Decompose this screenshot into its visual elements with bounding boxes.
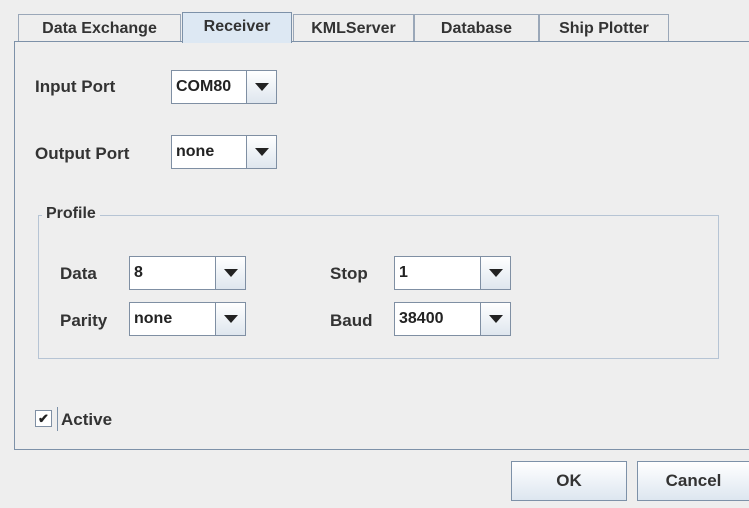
profile-title: Profile [42, 205, 100, 223]
input-port-select[interactable]: COM80 [171, 70, 277, 104]
parity-value: none [134, 310, 173, 327]
chevron-down-icon[interactable] [480, 257, 510, 289]
tab-ship-plotter[interactable]: Ship Plotter [539, 14, 669, 41]
tab-database[interactable]: Database [414, 14, 539, 41]
active-checkbox[interactable]: ✔ [35, 410, 52, 427]
parity-select[interactable]: none [129, 302, 246, 336]
output-port-select[interactable]: none [171, 135, 277, 169]
input-port-value: COM80 [176, 78, 232, 95]
data-label: Data [60, 264, 97, 283]
stop-value: 1 [399, 264, 408, 281]
data-select[interactable]: 8 [129, 256, 246, 290]
chevron-down-icon[interactable] [480, 303, 510, 335]
chevron-down-icon[interactable] [215, 303, 245, 335]
output-port-value: none [176, 143, 215, 160]
tab-receiver[interactable]: Receiver [182, 12, 292, 43]
output-port-label: Output Port [35, 144, 130, 163]
active-label[interactable]: Active [61, 410, 112, 430]
input-port-label: Input Port [35, 77, 116, 96]
stop-label: Stop [330, 264, 368, 283]
parity-label: Parity [60, 311, 108, 330]
tab-label: Data Exchange [42, 20, 157, 37]
tab-label: KMLServer [311, 20, 396, 37]
check-icon: ✔ [38, 411, 49, 426]
focus-indicator [57, 407, 58, 431]
cancel-button[interactable]: Cancel [637, 461, 749, 501]
chevron-down-icon[interactable] [246, 136, 276, 168]
ok-button[interactable]: OK [511, 461, 627, 501]
tab-label: Database [440, 20, 513, 37]
data-value: 8 [134, 264, 143, 281]
tab-label: Ship Plotter [559, 20, 649, 37]
baud-select[interactable]: 38400 [394, 302, 511, 336]
chevron-down-icon[interactable] [246, 71, 276, 103]
baud-label: Baud [330, 311, 373, 330]
tab-data-exchange[interactable]: Data Exchange [18, 14, 181, 41]
stop-select[interactable]: 1 [394, 256, 511, 290]
chevron-down-icon[interactable] [215, 257, 245, 289]
tab-label: Receiver [203, 18, 271, 35]
baud-value: 38400 [399, 310, 444, 327]
tab-kmlserver[interactable]: KMLServer [293, 14, 414, 41]
